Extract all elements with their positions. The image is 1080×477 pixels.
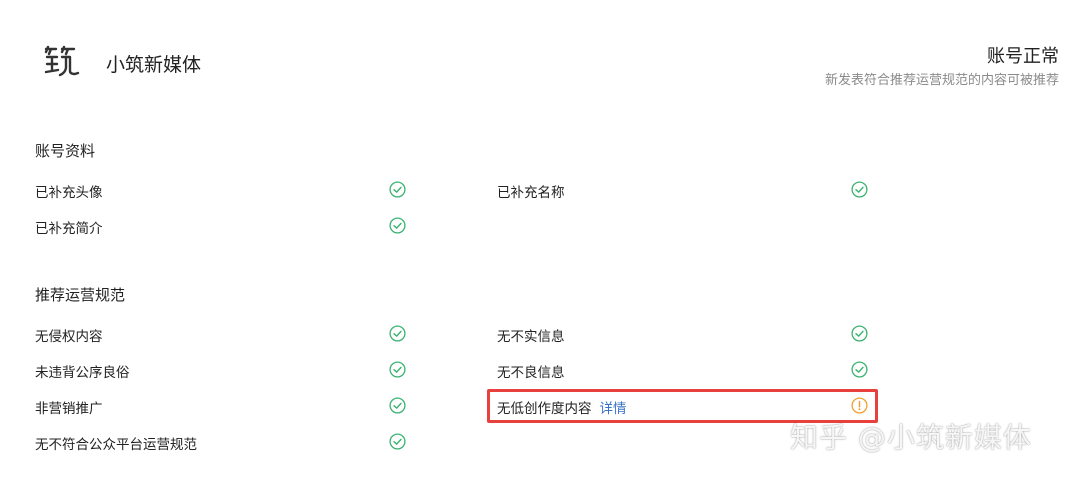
profile-item-intro: 已补充简介 xyxy=(35,221,103,237)
rule-item-low-creativity-label: 无低创作度内容 xyxy=(497,401,592,417)
check-circle-icon xyxy=(851,325,868,342)
check-circle-icon xyxy=(389,433,406,450)
rule-item-public-order: 未违背公序良俗 xyxy=(35,365,130,381)
rules-section-title: 推荐运营规范 xyxy=(35,286,126,304)
warning-circle-icon xyxy=(851,397,868,414)
rule-item-non-marketing: 非营销推广 xyxy=(35,401,103,417)
check-circle-icon xyxy=(851,361,868,378)
rule-item-low-creativity: 无低创作度内容 详情 xyxy=(497,397,627,417)
rule-item-no-false-info: 无不实信息 xyxy=(497,329,565,345)
check-circle-icon xyxy=(389,325,406,342)
rule-item-no-bad-info: 无不良信息 xyxy=(497,365,565,381)
check-circle-icon xyxy=(389,181,406,198)
rule-item-no-infringement: 无侵权内容 xyxy=(35,329,103,345)
check-circle-icon xyxy=(389,217,406,234)
check-circle-icon xyxy=(389,361,406,378)
zhu-logo-icon xyxy=(44,45,80,77)
rule-item-platform-norms: 无不符合公众平台运营规范 xyxy=(35,437,197,453)
account-logo xyxy=(42,42,82,78)
account-status-description: 新发表符合推荐运营规范的内容可被推荐 xyxy=(824,73,1059,88)
account-name: 小筑新媒体 xyxy=(106,54,202,76)
account-status-title: 账号正常 xyxy=(987,46,1059,67)
details-link[interactable]: 详情 xyxy=(600,401,627,417)
check-circle-icon xyxy=(389,397,406,414)
profile-item-avatar: 已补充头像 xyxy=(35,185,103,201)
check-circle-icon xyxy=(851,181,868,198)
watermark: 知乎 @小筑新媒体 xyxy=(790,421,1032,454)
profile-item-name: 已补充名称 xyxy=(497,185,565,201)
profile-section-title: 账号资料 xyxy=(35,142,96,160)
